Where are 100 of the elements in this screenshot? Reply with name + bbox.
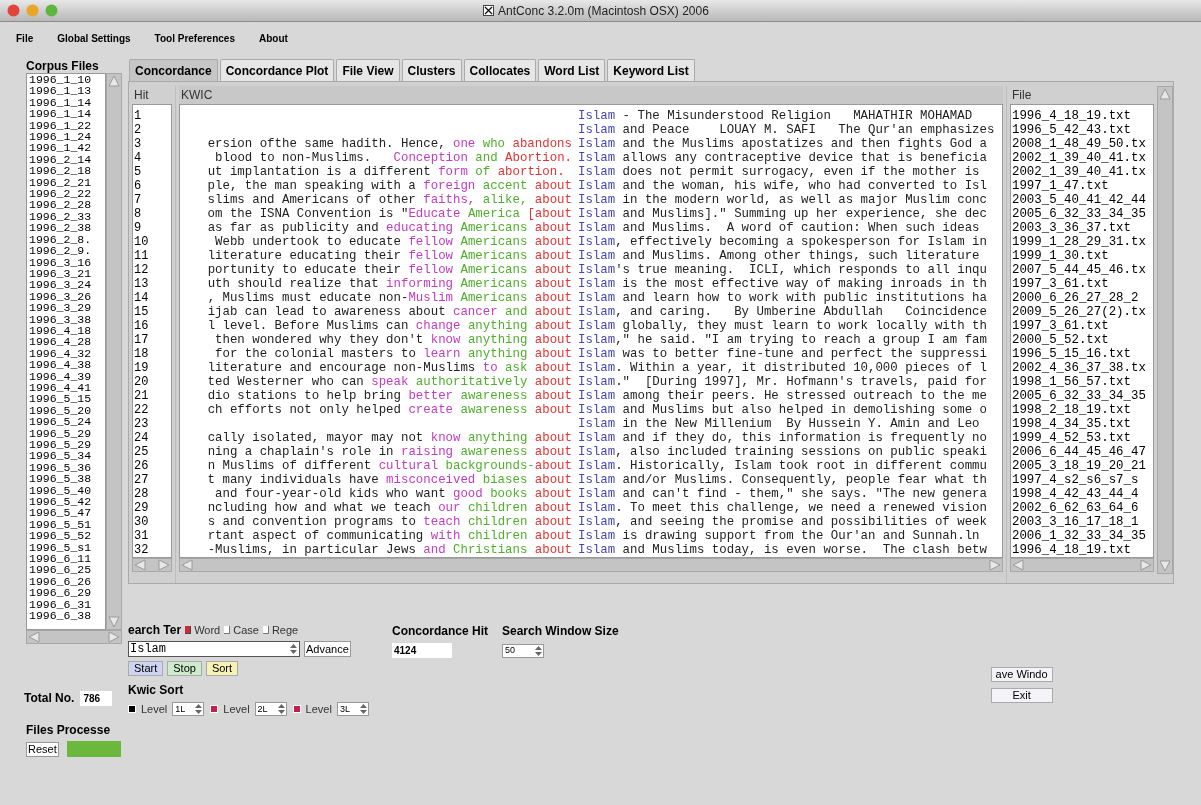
maximize-icon[interactable] xyxy=(45,4,58,17)
file-list-item[interactable]: 1996_3_24 xyxy=(29,279,105,291)
column-header[interactable]: File xyxy=(1010,86,1154,104)
file-list-item[interactable]: 1996_2_22 xyxy=(29,188,105,200)
right-arrow-icon[interactable] xyxy=(107,631,121,643)
concordance-line[interactable]: literature educating their fellow Americans about Islam and Muslims. Among other things, such literature xyxy=(180,249,1002,263)
right-arrow-icon[interactable] xyxy=(988,559,1002,571)
reset-button[interactable]: Reset xyxy=(26,741,59,757)
right-arrow-icon[interactable] xyxy=(157,559,171,571)
left-arrow-icon[interactable] xyxy=(180,559,194,571)
concordance-line[interactable]: Islam in the New Millenium By Hussein Y. Amin and Leo xyxy=(180,417,1002,431)
concordance-line[interactable]: , Muslims must educate non-Muslim Americans about Islam and learn how to work with public institutions ha xyxy=(180,291,1002,305)
spinner-icon[interactable] xyxy=(289,642,298,656)
spinner-icon[interactable] xyxy=(534,644,543,658)
concordance-line[interactable]: slims and Americans of other faiths, alike, about Islam in the modern world, as well as major Muslim conc xyxy=(180,193,1002,207)
concordance-line[interactable]: for the colonial masters to learn anything about Islam was to better fine-tune and perfect the suppressi xyxy=(180,347,1002,361)
concordance-line[interactable]: -Muslims, in particular Jews and Christians about Islam and Muslims today, is even worse. The clash betw xyxy=(180,543,1002,557)
level-checkbox[interactable] xyxy=(128,705,136,714)
file-list-item[interactable]: 1996_5_29 xyxy=(29,427,105,439)
file-list-item[interactable]: 1996_6_11 xyxy=(29,553,105,565)
concordance-line[interactable]: blood to non-Muslims. Conception and Abortion. Islam allows any contraceptive device that is beneficia xyxy=(180,151,1002,165)
up-arrow-icon[interactable] xyxy=(107,74,121,88)
level-spinner[interactable]: 1L xyxy=(172,702,205,717)
file-list-item[interactable]: 1996_3_21 xyxy=(29,267,105,280)
tab[interactable]: Collocates xyxy=(463,59,537,81)
scrollbar[interactable] xyxy=(179,558,1003,572)
left-arrow-icon[interactable] xyxy=(27,631,41,643)
level-checkbox[interactable] xyxy=(292,705,301,714)
concordance-line[interactable]: uth should realize that informing Americans about Islam is the most effective way of making inroads in th xyxy=(180,277,1002,291)
menu-item[interactable]: Tool Preferences xyxy=(154,30,235,46)
checkbox[interactable] xyxy=(262,626,269,634)
file-list-item[interactable]: 1996_5_s1 xyxy=(29,541,105,554)
concordance-line[interactable]: then wondered why they don't know anything about Islam," he said. "I am trying to reach a group I am fam xyxy=(180,333,1002,347)
concordance-line[interactable]: as far as publicity and educating Americans about Islam and Muslims. A word of caution: When such ideas xyxy=(180,221,1002,235)
menu-item[interactable]: Global Settings xyxy=(57,30,131,46)
file-list-item[interactable]: 1996_5_51 xyxy=(29,518,105,531)
menu-item[interactable]: About xyxy=(259,30,288,46)
file-list-item[interactable]: 1996_1_22 xyxy=(29,119,105,132)
file-list-item[interactable]: 1996_2_28 xyxy=(29,199,105,211)
advanced-button[interactable]: Advance xyxy=(304,641,351,657)
file-list-item[interactable]: 1996_2_21 xyxy=(29,176,105,189)
checkbox[interactable] xyxy=(185,626,192,634)
level-spinner[interactable]: 3L xyxy=(336,702,369,717)
up-arrow-icon[interactable] xyxy=(1158,87,1172,101)
file-list-item[interactable]: 1996_6_26 xyxy=(29,575,105,588)
concordance-line[interactable]: ning a chaplain's role in raising awareness about Islam, also included training sessions on public speaki xyxy=(180,445,1002,459)
scrollbar[interactable] xyxy=(1010,558,1154,572)
column-header[interactable]: KWIC xyxy=(179,86,1003,104)
concordance-line[interactable]: l level. Before Muslims can change anything about Islam globally, they must learn to work locally with th xyxy=(180,319,1002,333)
file-list-item[interactable]: 1996_2_18 xyxy=(29,165,105,177)
concordance-line[interactable]: n Muslims of different cultural backgrounds-about Islam. Historically, Islam took root in different commu xyxy=(180,459,1002,473)
file-list-item[interactable]: 1996_4_41 xyxy=(29,381,105,394)
file-list-item[interactable]: 1996_3_16 xyxy=(29,256,105,268)
scrollbar[interactable] xyxy=(26,630,122,644)
file-list-item[interactable]: 1996_1_10 xyxy=(29,74,105,86)
column-header[interactable]: Hit xyxy=(132,86,172,104)
window-button[interactable]: Exit xyxy=(990,688,1053,703)
concordance-line[interactable]: om the ISNA Convention is "Educate America [about Islam and Muslims]." Summing up her experience, she dec xyxy=(180,207,1002,221)
concordance-line[interactable]: ut implantation is a different form of abortion. Islam does not permit surrogacy, even if the mother is xyxy=(180,165,1002,179)
file-list-item[interactable]: 1996_6_25 xyxy=(29,564,105,576)
file-list-item[interactable]: 1996_5_29 xyxy=(29,439,105,451)
search-field[interactable]: Islam xyxy=(128,641,300,657)
concordance-line[interactable]: ijab can lead to awareness about cancer and about Islam, and caring. By Umberine Abdullah Coincidence xyxy=(180,305,1002,319)
file-list-item[interactable]: 1996_5_34 xyxy=(29,450,105,462)
close-icon[interactable] xyxy=(7,4,20,17)
spinner-icon[interactable] xyxy=(276,702,286,717)
concordance-line[interactable]: s and convention programs to teach children about Islam, and seeing the promise and possibilities of week xyxy=(180,515,1002,529)
file-list-item[interactable]: 1996_3_29 xyxy=(29,302,105,314)
tab[interactable]: Clusters xyxy=(401,59,462,81)
file-list-item[interactable]: 1996_4_18 xyxy=(29,324,105,337)
concordance-line[interactable]: Webb undertook to educate fellow Americans about Islam, effectively becoming a spokesperson for Islam in xyxy=(180,235,1002,249)
file-list-item[interactable]: 1996_2_38 xyxy=(29,222,105,234)
file-list-item[interactable]: 1996_2_8. xyxy=(29,233,105,246)
concordance-line[interactable]: t many individuals have misconceived biases about Islam and/or Muslims. Consequently, people fear what th xyxy=(180,473,1002,487)
concordance-line[interactable]: cally isolated, mayor may not know anything about Islam and if they do, this information is frequently no xyxy=(180,431,1002,445)
concordance-line[interactable]: and four-year-old kids who want good books about Islam and can't find - them," she says. "The new genera xyxy=(180,487,1002,501)
tab[interactable]: Concordance xyxy=(129,59,218,81)
tab[interactable]: File View xyxy=(336,59,400,81)
level-spinner[interactable]: 2L xyxy=(254,702,287,717)
file-list-item[interactable]: 1996_1_14 xyxy=(29,108,105,120)
concordance-line[interactable]: rtant aspect of communicating with children about Islam is drawing support from the Our'an and Sunnah.ln xyxy=(180,529,1002,543)
action-button[interactable]: Sort xyxy=(205,661,239,676)
right-arrow-icon[interactable] xyxy=(1139,559,1153,571)
concordance-line[interactable]: ple, the man speaking with a foreign accent about Islam and the woman, his wife, who had converted to Isl xyxy=(180,179,1002,193)
scrollbar[interactable] xyxy=(132,558,172,572)
window-size-spinner[interactable]: 50 xyxy=(502,644,544,658)
file-list-item[interactable]: 1996_1_24 xyxy=(29,131,105,143)
tab[interactable]: Keyword List xyxy=(607,59,695,81)
file-list-item[interactable]: 1996_6_38 xyxy=(29,610,105,622)
left-arrow-icon[interactable] xyxy=(1011,559,1025,571)
minimize-icon[interactable] xyxy=(26,4,39,17)
concordance-line[interactable]: ted Westerner who can speak authoritatively about Islam." [During 1997], Mr. Hofmann's travels, paid for xyxy=(180,375,1002,389)
spinner-icon[interactable] xyxy=(194,702,204,717)
action-button[interactable]: Stop xyxy=(167,661,202,676)
file-list-item[interactable]: 1996_5_24 xyxy=(29,416,105,428)
concordance-line[interactable]: literature and encourage non-Muslims to ask about Islam. Within a year, it distributed 10,000 pieces of l xyxy=(180,361,1002,375)
concordance-line[interactable]: portunity to educate their fellow Americans about Islam's true meaning. ICLI, which responds to all inqu xyxy=(180,263,1002,277)
file-list-item[interactable]: 1996_5_36 xyxy=(29,461,105,474)
concordance-line[interactable]: ersion ofthe same hadith. Hence, one who abandons Islam and the Muslims apostatizes and then fights God a xyxy=(180,137,1002,151)
file-list-item[interactable]: 1996_4_32 xyxy=(29,347,105,360)
